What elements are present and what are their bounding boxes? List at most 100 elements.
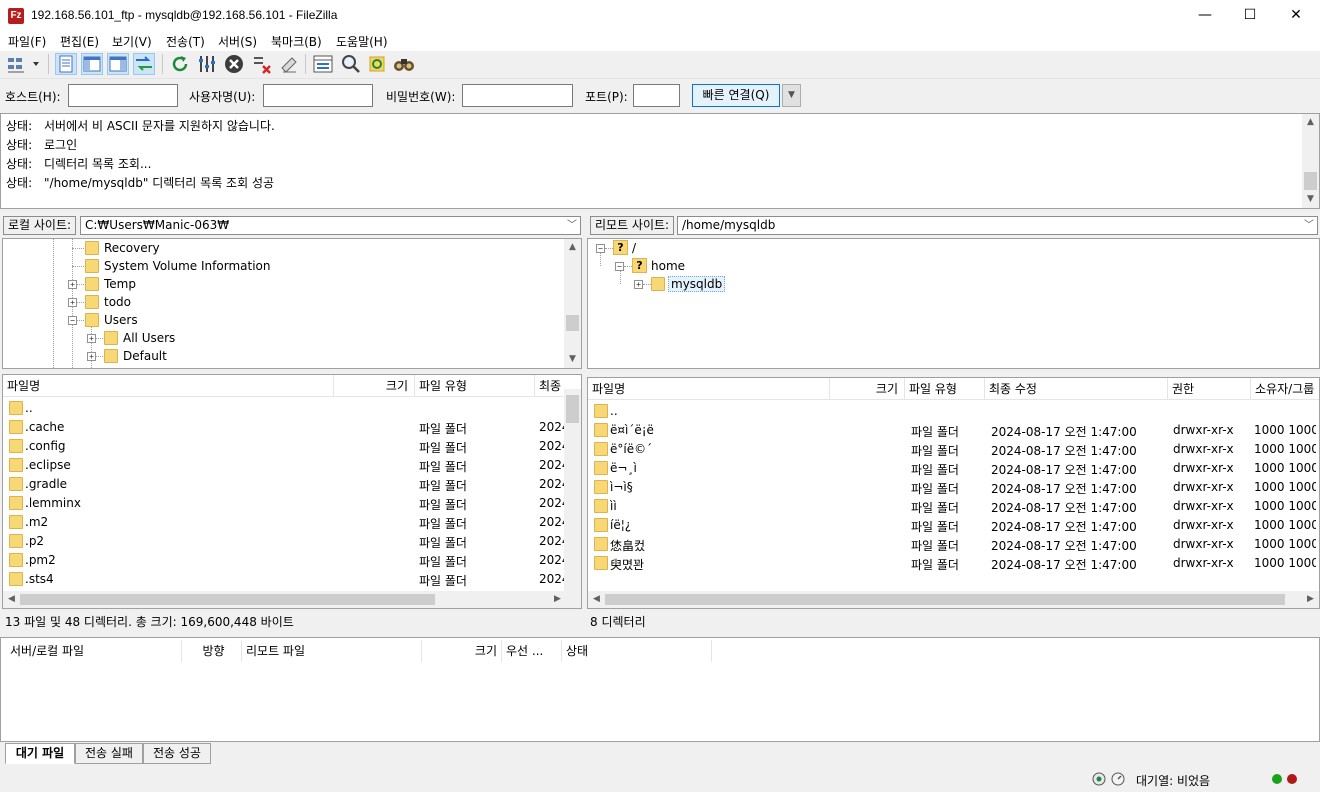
expand-icon[interactable]: + bbox=[87, 352, 96, 361]
chevron-down-icon[interactable]: ﹀ bbox=[1304, 217, 1314, 234]
file-row[interactable]: .. bbox=[588, 402, 1319, 421]
username-input[interactable] bbox=[263, 84, 373, 107]
expand-icon[interactable]: + bbox=[634, 280, 643, 289]
file-row[interactable]: ë°íë©´ 파일 폴더 2024-08-17 오전 1:47:00 drwxr-xr… bbox=[588, 440, 1319, 459]
host-input[interactable] bbox=[68, 84, 178, 107]
menu-edit[interactable]: 편집(E) bbox=[60, 33, 99, 50]
log-scrollbar[interactable]: ▲ ▼ bbox=[1302, 114, 1319, 208]
column-size[interactable]: 크기 bbox=[334, 375, 415, 397]
expand-icon[interactable]: + bbox=[87, 334, 96, 343]
file-type: 파일 폴더 bbox=[911, 501, 959, 515]
tree-item[interactable]: − Users bbox=[3, 311, 563, 329]
menu-help[interactable]: 도움말(H) bbox=[336, 33, 388, 50]
file-row[interactable]: .eclipse 파일 폴더 2024 bbox=[3, 456, 569, 475]
close-button[interactable]: ✕ bbox=[1273, 0, 1319, 31]
tree-item[interactable]: + All Users bbox=[3, 329, 563, 347]
tab-failed-transfers[interactable]: 전송 실패 bbox=[75, 743, 143, 764]
directory-listing-filters-icon[interactable] bbox=[312, 53, 334, 75]
password-input[interactable] bbox=[462, 84, 573, 107]
file-modified: 2024-08-17 오전 1:47:00 bbox=[991, 539, 1137, 553]
tree-item[interactable]: + todo bbox=[3, 293, 563, 311]
tree-item[interactable]: + Default bbox=[3, 347, 563, 365]
process-queue-icon[interactable] bbox=[196, 53, 218, 75]
toggle-remote-tree-icon[interactable] bbox=[107, 53, 129, 75]
menu-transfer[interactable]: 전송(T) bbox=[166, 33, 205, 50]
column-priority[interactable]: 우선 ... bbox=[502, 640, 562, 662]
cancel-icon[interactable] bbox=[223, 53, 245, 75]
column-local-file[interactable]: 서버/로컬 파일 bbox=[6, 640, 182, 662]
column-modified[interactable]: 최종 수정 bbox=[985, 378, 1168, 400]
file-row[interactable]: íë¦¿ 파일 폴더 2024-08-17 오전 1:47:00 drwxr-xr-x… bbox=[588, 516, 1319, 535]
search-icon[interactable] bbox=[393, 53, 415, 75]
speed-limit-icon[interactable] bbox=[1111, 772, 1125, 786]
column-permissions[interactable]: 권한 bbox=[1168, 378, 1251, 400]
collapse-icon[interactable]: − bbox=[68, 316, 77, 325]
port-input[interactable] bbox=[633, 84, 680, 107]
tree-item[interactable]: System Volume Information bbox=[3, 257, 563, 275]
file-row[interactable]: .. bbox=[3, 399, 565, 418]
toggle-queue-icon[interactable] bbox=[133, 53, 155, 75]
chevron-down-icon[interactable]: ﹀ bbox=[567, 217, 577, 234]
minimize-button[interactable]: — bbox=[1182, 0, 1228, 31]
file-row[interactable]: ìì 파일 폴더 2024-08-17 오전 1:47:00 drwxr-xr-x 10… bbox=[588, 497, 1319, 516]
file-row[interactable]: .gradle 파일 폴더 2024 bbox=[3, 475, 569, 494]
file-modified: 2024-08-17 오전 1:47:00 bbox=[991, 501, 1137, 515]
file-row[interactable]: ë¤ì´ë¡ë 파일 폴더 2024-08-17 오전 1:47:00 drwxr-x… bbox=[588, 421, 1319, 440]
tab-queued-files[interactable]: 대기 파일 bbox=[5, 743, 75, 764]
refresh-icon[interactable] bbox=[169, 53, 191, 75]
expand-icon[interactable]: + bbox=[68, 280, 77, 289]
reconnect-icon[interactable] bbox=[278, 53, 300, 75]
maximize-button[interactable]: ☐ bbox=[1227, 0, 1273, 31]
file-permissions: drwxr-xr-x bbox=[1173, 556, 1234, 570]
tree-item[interactable]: Recovery bbox=[3, 239, 563, 257]
remote-path-input[interactable]: /home/mysqldb ﹀ bbox=[677, 216, 1318, 235]
local-list-hscroll[interactable]: ◀ ▶ bbox=[3, 591, 581, 608]
menu-server[interactable]: 서버(S) bbox=[218, 33, 257, 50]
toggle-local-tree-icon[interactable] bbox=[81, 53, 103, 75]
collapse-icon[interactable]: − bbox=[596, 244, 605, 253]
collapse-icon[interactable]: − bbox=[615, 262, 624, 271]
tree-item[interactable]: + mysqldb bbox=[588, 275, 1288, 293]
local-list-vscroll[interactable] bbox=[564, 389, 581, 591]
quickconnect-dropdown-icon[interactable]: ▼ bbox=[782, 84, 801, 107]
column-filetype[interactable]: 파일 유형 bbox=[905, 378, 985, 400]
column-direction[interactable]: 방향 bbox=[182, 640, 242, 662]
remote-list-hscroll[interactable]: ◀ ▶ bbox=[588, 591, 1319, 608]
file-row[interactable]: .config 파일 폴더 2024 bbox=[3, 437, 569, 456]
sync-browsing-icon[interactable] bbox=[366, 53, 388, 75]
file-row[interactable]: .pm2 파일 폴더 2024 bbox=[3, 551, 569, 570]
disconnect-icon[interactable] bbox=[251, 53, 273, 75]
column-size[interactable]: 크기 bbox=[830, 378, 905, 400]
column-owner-group[interactable]: 소유자/그룹 bbox=[1251, 378, 1319, 400]
menu-file[interactable]: 파일(F) bbox=[8, 33, 46, 50]
column-filetype[interactable]: 파일 유형 bbox=[415, 375, 535, 397]
file-row[interactable]: .p2 파일 폴더 2024 bbox=[3, 532, 569, 551]
file-row[interactable]: ì¬ì§ 파일 폴더 2024-08-17 오전 1:47:00 drwxr-xr-x… bbox=[588, 478, 1319, 497]
toggle-message-log-icon[interactable] bbox=[55, 53, 77, 75]
file-row[interactable]: .lemminx 파일 폴더 2024 bbox=[3, 494, 569, 513]
tab-successful-transfers[interactable]: 전송 성공 bbox=[143, 743, 211, 764]
file-row[interactable]: .cache 파일 폴더 2024 bbox=[3, 418, 569, 437]
file-row[interactable]: 恷畠컸 파일 폴더 2024-08-17 오전 1:47:00 drwxr-xr-x 1… bbox=[588, 535, 1319, 554]
local-tree-scrollbar[interactable]: ▲ ▼ bbox=[564, 239, 581, 368]
tree-item[interactable]: − ? home bbox=[588, 257, 1288, 275]
network-config-icon[interactable] bbox=[1092, 772, 1106, 786]
column-size[interactable]: 크기 bbox=[422, 640, 502, 662]
tree-item[interactable]: − ? / bbox=[588, 239, 1288, 257]
password-label: 비밀번호(W): bbox=[386, 90, 456, 104]
file-row[interactable]: .m2 파일 폴더 2024 bbox=[3, 513, 569, 532]
local-path-input[interactable]: C:₩Users₩Manic-063₩ ﹀ bbox=[80, 216, 581, 235]
tree-item[interactable]: + Temp bbox=[3, 275, 563, 293]
file-row[interactable]: ë¬¸ì 파일 폴더 2024-08-17 오전 1:47:00 drwxr-xr-x… bbox=[588, 459, 1319, 478]
column-status[interactable]: 상태 bbox=[562, 640, 712, 662]
file-row[interactable]: 臾몄꽌 파일 폴더 2024-08-17 오전 1:47:00 drwxr-xr-x 1… bbox=[588, 554, 1319, 573]
menu-bookmarks[interactable]: 북마크(B) bbox=[271, 33, 322, 50]
column-remote-file[interactable]: 리모트 파일 bbox=[242, 640, 422, 662]
expand-icon[interactable]: + bbox=[68, 298, 77, 307]
menu-view[interactable]: 보기(V) bbox=[112, 33, 152, 50]
file-row[interactable]: .sts4 파일 폴더 2024 bbox=[3, 570, 569, 589]
toggle-comparison-icon[interactable] bbox=[340, 53, 362, 75]
site-manager-icon[interactable] bbox=[5, 53, 43, 75]
filezilla-logo-icon: Fz bbox=[8, 8, 24, 24]
quickconnect-button[interactable]: 빠른 연결(Q) bbox=[692, 84, 780, 107]
